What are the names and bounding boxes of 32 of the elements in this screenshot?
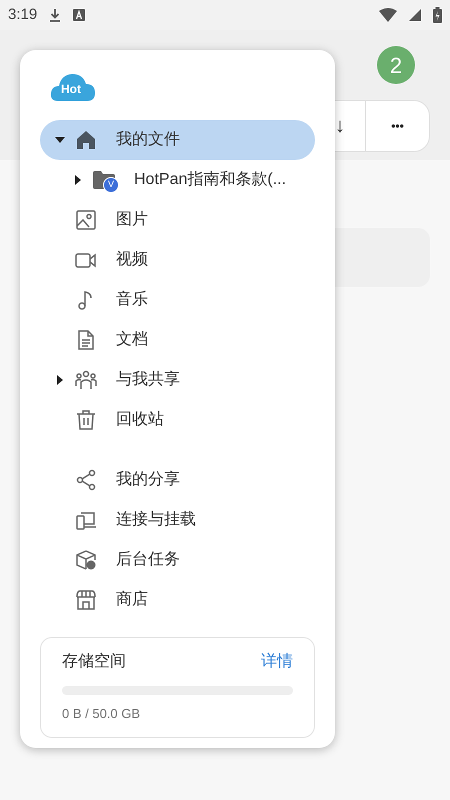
- people-icon: [75, 369, 97, 391]
- folder-badge: V: [103, 177, 119, 193]
- share-icon: [75, 469, 97, 491]
- drawer-item[interactable]: 视频: [40, 240, 315, 280]
- drawer-item[interactable]: 回收站: [40, 400, 315, 440]
- cloud-logo: [50, 72, 96, 102]
- drawer-item[interactable]: 与我共享: [40, 360, 315, 400]
- drawer-item[interactable]: 音乐: [40, 280, 315, 320]
- storage-title: 存储空间: [62, 652, 126, 672]
- storage-usage: 0 B / 50.0 GB: [62, 704, 142, 722]
- trash-icon: [75, 409, 97, 431]
- details-link[interactable]: 详情: [261, 650, 293, 674]
- drawer-item[interactable]: 我的文件: [40, 120, 315, 160]
- store-icon: [75, 589, 97, 611]
- drawer-item[interactable]: 后台任务: [40, 540, 315, 580]
- wifi-icon: [379, 8, 397, 22]
- drawer-item[interactable]: 连接与挂载: [40, 500, 315, 540]
- status-time: 3:19: [8, 4, 38, 25]
- download-icon: [49, 8, 62, 22]
- home-icon: [75, 129, 97, 151]
- signal-icon: [409, 9, 421, 21]
- drawer-item[interactable]: 商店: [40, 580, 315, 620]
- image-icon: [75, 209, 97, 231]
- box-icon: [75, 549, 97, 571]
- drawer-item[interactable]: V HotPan指南和条款(...: [40, 160, 315, 200]
- drawer-item[interactable]: 我的分享: [40, 460, 315, 500]
- battery-icon: [433, 7, 442, 23]
- logo-text: Hot: [61, 83, 81, 95]
- drawer-item[interactable]: 图片: [40, 200, 315, 240]
- more-button[interactable]: •••: [366, 101, 429, 151]
- drawer-item[interactable]: 文档: [40, 320, 315, 360]
- app-notification-icon: [73, 9, 86, 21]
